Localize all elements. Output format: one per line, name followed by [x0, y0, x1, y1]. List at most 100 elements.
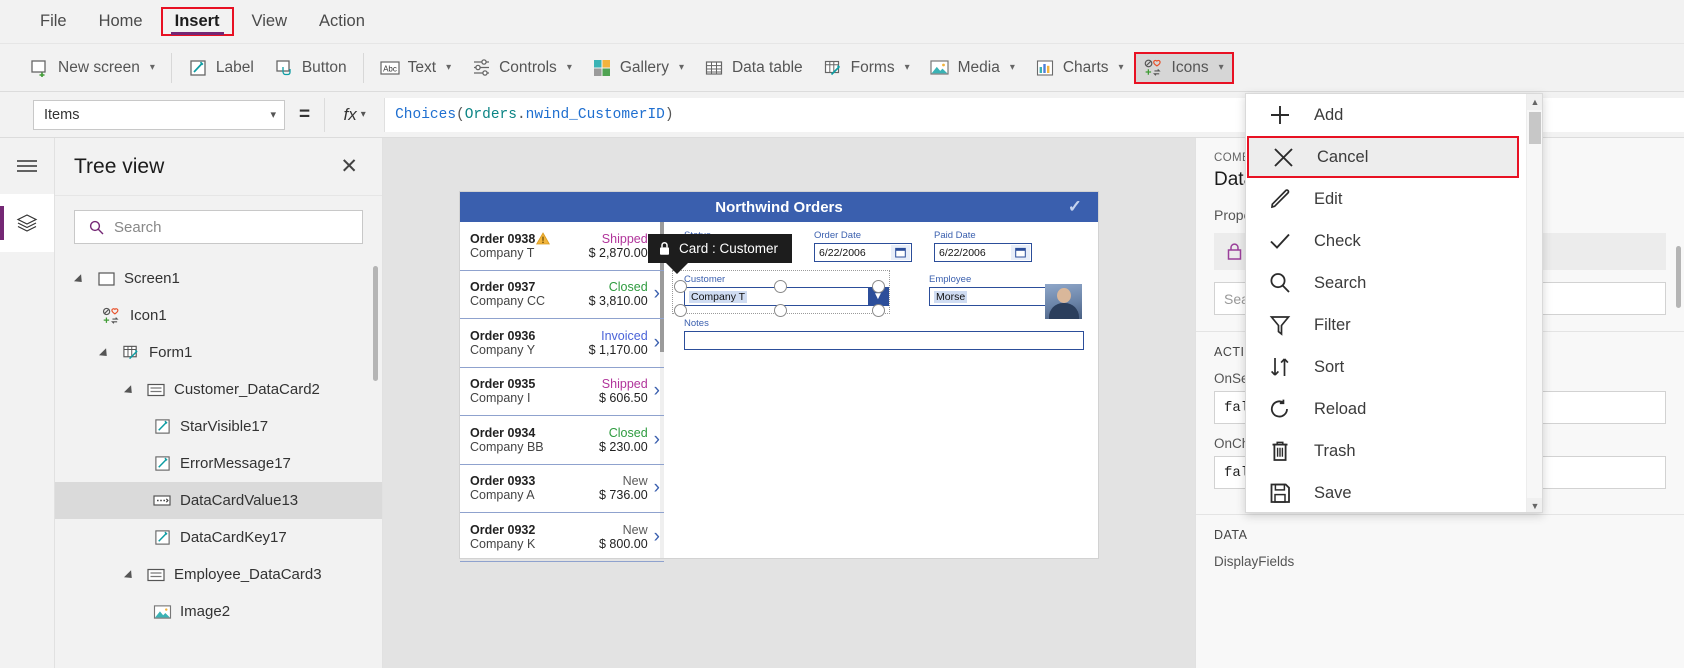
- chevron-expanded-icon[interactable]: [127, 384, 138, 395]
- resize-handle-top-right[interactable]: [872, 280, 885, 293]
- tree-node-employee-datacard3[interactable]: Employee_DataCard3: [55, 556, 382, 593]
- card-tooltip: Card : Customer: [648, 234, 793, 274]
- ribbon-icons[interactable]: Icons ▾: [1133, 51, 1234, 84]
- tree-view-rail-button[interactable]: [0, 194, 54, 252]
- scroll-down-arrow-icon[interactable]: ▼: [1527, 498, 1542, 512]
- icon-menu-item-check[interactable]: Check: [1246, 220, 1542, 262]
- ribbon-label: Data table: [731, 58, 803, 76]
- ribbon-charts[interactable]: Charts ▾: [1025, 52, 1134, 84]
- chevron-right-icon[interactable]: ›: [654, 380, 660, 402]
- chevron-right-icon[interactable]: ›: [654, 477, 660, 499]
- gallery-row[interactable]: Order 0934 Company BB Closed $ 230.00 ›: [460, 416, 664, 465]
- chevron-expanded-icon[interactable]: [77, 273, 88, 284]
- icon-menu-item-cancel[interactable]: Cancel: [1247, 136, 1519, 178]
- gallery-row[interactable]: Order 0936 Company Y Invoiced $ 1,170.00…: [460, 319, 664, 368]
- save-icon: [1266, 479, 1294, 507]
- fx-button[interactable]: fx ▾: [324, 97, 385, 132]
- icon-menu-item-sort[interactable]: Sort: [1246, 346, 1542, 388]
- menu-item-insert[interactable]: Insert: [160, 7, 234, 36]
- icons-icon: [102, 306, 122, 326]
- gallery-row[interactable]: Order 0935 Company I Shipped $ 606.50 ›: [460, 368, 664, 416]
- charts-bar-icon: [1035, 58, 1055, 78]
- menu-item-file[interactable]: File: [26, 8, 81, 35]
- tree-node-icon1[interactable]: Icon1: [55, 297, 382, 334]
- tree-node-datacardvalue13[interactable]: DataCardValue13: [55, 482, 382, 519]
- customer-combobox[interactable]: Company T ▼: [684, 287, 889, 306]
- media-image-icon: [930, 58, 950, 78]
- ribbon-forms[interactable]: Forms ▾: [813, 52, 920, 84]
- icon-menu-item-edit[interactable]: Edit: [1246, 178, 1542, 220]
- menu-item-home[interactable]: Home: [85, 8, 157, 35]
- tree-node-datacardkey17[interactable]: DataCardKey17: [55, 519, 382, 556]
- gallery-row[interactable]: Order 0932 Company K New $ 800.00 ›: [460, 513, 664, 562]
- chevron-right-icon[interactable]: ›: [654, 332, 660, 354]
- warning-icon: [536, 232, 551, 245]
- order-status: Shipped: [601, 377, 648, 392]
- property-dropdown[interactable]: Items ▾: [33, 99, 285, 130]
- chevron-right-icon[interactable]: ›: [654, 283, 660, 305]
- resize-handle-bottom-left[interactable]: [674, 304, 687, 317]
- gallery-row[interactable]: Order 0933 Company A New $ 736.00 ›: [460, 465, 664, 513]
- hamburger-menu-button[interactable]: [0, 138, 54, 194]
- checkmark-icon: [1266, 227, 1294, 255]
- lock-icon: [1227, 243, 1242, 260]
- chevron-right-icon[interactable]: ›: [654, 526, 660, 548]
- properties-scrollbar[interactable]: [1676, 246, 1681, 308]
- label-icon: [188, 58, 208, 78]
- order-amount: $ 230.00: [599, 439, 648, 454]
- ribbon-media[interactable]: Media ▾: [920, 52, 1025, 84]
- tree-node-form1[interactable]: Form1: [55, 334, 382, 371]
- paid-date-input[interactable]: 6/22/2006: [934, 243, 1032, 262]
- chevron-down-icon: ▾: [149, 62, 155, 73]
- icon-menu-scrollbar[interactable]: ▲ ▼: [1526, 94, 1542, 512]
- resize-handle-bottom-right[interactable]: [872, 304, 885, 317]
- resize-handle-top-left[interactable]: [674, 280, 687, 293]
- ribbon-text[interactable]: Abc Text ▾: [370, 52, 461, 84]
- order-status: Invoiced: [601, 328, 648, 343]
- tree-node-customer-datacard2[interactable]: Customer_DataCard2: [55, 371, 382, 408]
- scroll-up-arrow-icon[interactable]: ▲: [1527, 94, 1542, 110]
- icon-menu-item-add[interactable]: Add: [1246, 94, 1542, 136]
- checkmark-icon[interactable]: ✓: [1068, 197, 1082, 217]
- icon-menu-item-search[interactable]: Search: [1246, 262, 1542, 304]
- ribbon-label: Icons: [1171, 58, 1209, 76]
- tree-node-errormessage17[interactable]: ErrorMessage17: [55, 445, 382, 482]
- icon-menu-item-reload[interactable]: Reload: [1246, 388, 1542, 430]
- ribbon-new-screen[interactable]: New screen ▾: [20, 52, 165, 84]
- calendar-icon[interactable]: [891, 245, 910, 260]
- ribbon-label-button[interactable]: Label: [178, 52, 264, 84]
- search-input[interactable]: Search: [74, 210, 363, 244]
- resize-handle-bottom-center[interactable]: [774, 304, 787, 317]
- section-title: DATA: [1214, 528, 1248, 542]
- gallery-row[interactable]: Order 0937 Company CC Closed $ 3,810.00 …: [460, 271, 664, 319]
- tree-node-image2[interactable]: Image2: [55, 593, 382, 630]
- tree-node-starvisible17[interactable]: StarVisible17: [55, 408, 382, 445]
- menu-item-action[interactable]: Action: [305, 8, 379, 35]
- property-label-displayfields: DisplayFields: [1214, 554, 1295, 569]
- button-icon: [274, 58, 294, 78]
- ribbon-data-table[interactable]: Data table: [694, 52, 813, 84]
- chevron-right-icon[interactable]: ›: [654, 429, 660, 451]
- close-icon[interactable]: ✕: [340, 156, 358, 177]
- notes-input[interactable]: [684, 331, 1084, 350]
- icon-menu-item-trash[interactable]: Trash: [1246, 430, 1542, 472]
- chevron-expanded-icon[interactable]: [102, 347, 113, 358]
- icon-menu-item-save[interactable]: Save: [1246, 472, 1542, 512]
- ribbon-gallery[interactable]: Gallery ▾: [582, 52, 694, 84]
- resize-handle-top-center[interactable]: [774, 280, 787, 293]
- order-date-input[interactable]: 6/22/2006: [814, 243, 912, 262]
- order-amount: $ 1,170.00: [588, 342, 648, 357]
- gallery-row[interactable]: Order 0938 Company T Shipped $ 2,870.00: [460, 222, 664, 271]
- app-body: Order 0938 Company T Shipped $ 2,870.00 …: [460, 222, 1098, 562]
- scrollbar-thumb[interactable]: [1529, 112, 1541, 144]
- search-icon: [89, 220, 104, 234]
- ribbon-controls[interactable]: Controls ▾: [461, 52, 582, 84]
- chevron-expanded-icon[interactable]: [127, 569, 138, 580]
- tree-view-scrollbar[interactable]: [373, 266, 378, 381]
- icon-menu-item-filter[interactable]: Filter: [1246, 304, 1542, 346]
- calendar-icon[interactable]: [1011, 245, 1030, 260]
- chevron-down-icon: ▾: [1218, 62, 1224, 73]
- ribbon-button-button[interactable]: Button: [264, 52, 357, 84]
- tree-node-screen1[interactable]: Screen1: [55, 260, 382, 297]
- menu-item-view[interactable]: View: [238, 8, 301, 35]
